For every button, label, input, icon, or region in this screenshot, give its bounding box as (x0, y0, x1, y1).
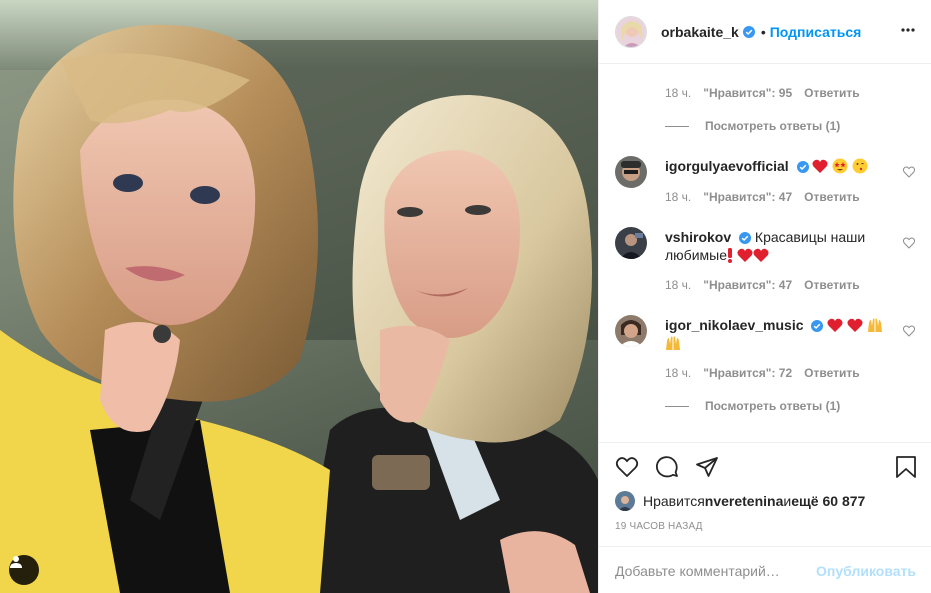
red-heart-icon (847, 318, 863, 332)
post-sidebar: orbakaite_k • Подписаться 18 ч. "Нравитс… (598, 0, 931, 593)
comment-time: 18 ч. (665, 366, 692, 380)
comments-list[interactable]: 18 ч. "Нравится": 95 Ответить Посмотреть… (599, 65, 931, 442)
commenter-avatar[interactable] (615, 227, 647, 259)
add-comment-bar: Опубликовать (599, 546, 931, 593)
bookmark-icon[interactable] (895, 455, 917, 479)
likes-middle: и (783, 493, 792, 509)
view-replies-button[interactable]: Посмотреть ответы (1) (665, 399, 840, 413)
instagram-post: orbakaite_k • Подписаться 18 ч. "Нравитс… (0, 0, 931, 593)
likes-summary: Нравится nveretenina и ещё 60 877 (615, 491, 865, 511)
liker-avatar[interactable] (615, 491, 635, 511)
more-options-icon[interactable] (900, 22, 916, 38)
comment-time: 18 ч. (665, 86, 692, 100)
comment-meta: 18 ч. "Нравится": 47 Ответить (665, 190, 872, 204)
reply-button[interactable]: Ответить (804, 86, 859, 100)
reply-button[interactable]: Ответить (804, 190, 859, 204)
share-icon[interactable] (695, 455, 719, 479)
comment-likes[interactable]: "Нравится": 95 (703, 86, 792, 100)
selfie-illustration (0, 0, 598, 593)
red-heart-icon (827, 318, 843, 332)
comment-item: igor_nikolaev_music (615, 315, 915, 365)
follow-button[interactable]: Подписаться (770, 24, 862, 40)
author-avatar[interactable] (615, 15, 647, 48)
post-photo[interactable] (0, 0, 598, 593)
verified-badge-icon (796, 161, 809, 174)
publish-button[interactable]: Опубликовать (816, 563, 916, 579)
avatar-image (615, 156, 647, 188)
comment-meta: 18 ч. "Нравится": 72 Ответить (665, 366, 872, 380)
comment-icon[interactable] (655, 455, 679, 479)
author-username[interactable]: orbakaite_k (661, 24, 739, 40)
view-replies-label: Посмотреть ответы (1) (705, 119, 841, 133)
comment-meta: 18 ч. "Нравится": 47 Ответить (665, 278, 872, 292)
likes-count[interactable]: ещё 60 877 (791, 493, 865, 509)
like-comment-heart-icon[interactable] (903, 166, 915, 178)
view-replies-button[interactable]: Посмотреть ответы (1) (665, 119, 840, 133)
commenter-username[interactable]: vshirokov (665, 229, 731, 245)
verified-badge-icon (811, 320, 824, 333)
comment-item: igorgulyaev­official (615, 156, 915, 216)
divider-line (665, 125, 689, 127)
avatar-image (615, 227, 647, 259)
verified-badge-icon (742, 25, 755, 38)
avatar-image (616, 16, 646, 47)
red-heart-icon (812, 159, 829, 173)
view-replies-label: Посмотреть ответы (1) (705, 399, 841, 413)
commenter-avatar[interactable] (615, 315, 647, 347)
commenter-avatar[interactable] (615, 156, 647, 188)
post-actions: Нравится nveretenina и ещё 60 877 19 час… (599, 442, 931, 593)
comment-text: igorgulyaev­official (665, 157, 895, 175)
comment-time: 18 ч. (665, 190, 692, 204)
comment-input[interactable] (615, 562, 817, 579)
reply-button[interactable]: Ответить (804, 278, 859, 292)
avatar-image (615, 315, 647, 347)
post-timestamp[interactable]: 19 часов назад (615, 521, 703, 532)
tagged-users-button[interactable] (9, 555, 39, 585)
commenter-username[interactable]: igorgulyaev­official (665, 158, 789, 174)
likes-prefix: Нравится (643, 493, 705, 509)
kissing-face-icon (852, 158, 868, 174)
comment-meta: 18 ч. "Нравится": 95 Ответить (665, 86, 872, 100)
heart-icon[interactable] (615, 455, 639, 479)
comment-time: 18 ч. (665, 278, 692, 292)
red-heart-icon (753, 248, 769, 262)
comment-likes[interactable]: "Нравится": 72 (703, 366, 792, 380)
divider-line (665, 405, 689, 407)
comment-text: vshirokov Красавицы наши любимые (665, 228, 895, 264)
liker-username[interactable]: nveretenina (705, 493, 784, 509)
red-heart-icon (737, 248, 753, 262)
comment-likes[interactable]: "Нравится": 47 (703, 278, 792, 292)
avatar-image (615, 491, 635, 511)
post-header: orbakaite_k • Подписаться (599, 0, 931, 64)
reply-button[interactable]: Ответить (804, 366, 859, 380)
comment-likes[interactable]: "Нравится": 47 (703, 190, 792, 204)
exclamation-icon (727, 248, 732, 263)
separator-dot: • (760, 23, 766, 40)
comment-text: igor_nikolaev_music (665, 316, 895, 352)
user-icon (10, 556, 22, 568)
comment-item: vshirokov Красавицы наши любимые (615, 227, 915, 277)
verified-badge-icon (739, 232, 752, 245)
raising-hands-icon (868, 318, 883, 332)
star-struck-icon (832, 158, 848, 174)
like-comment-heart-icon[interactable] (903, 237, 915, 249)
like-comment-heart-icon[interactable] (903, 325, 915, 337)
commenter-username[interactable]: igor_nikolaev_music (665, 317, 804, 333)
raising-hands-icon (666, 336, 680, 350)
